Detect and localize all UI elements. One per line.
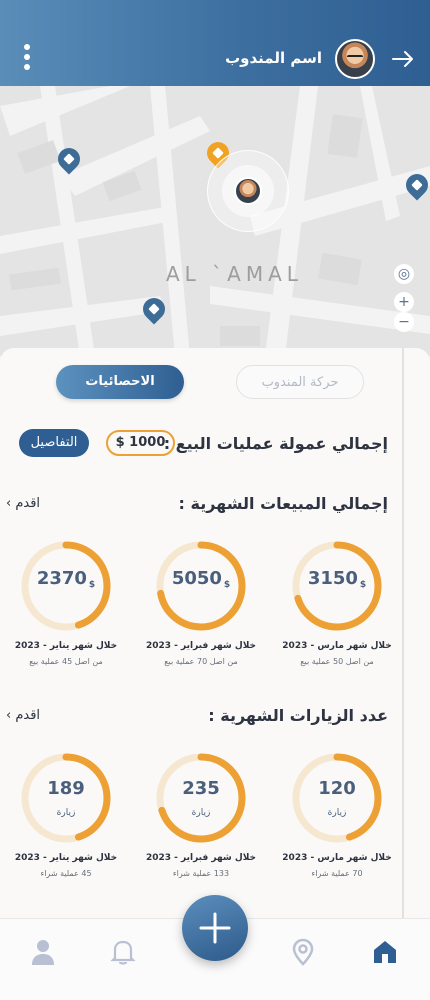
gauge-unit: زيارة	[327, 808, 347, 818]
zoom-out-button[interactable]: −	[394, 312, 414, 332]
gauge-subcaption: 45 عملية شراء	[40, 869, 92, 878]
bell-icon[interactable]	[108, 937, 138, 967]
location-icon[interactable]	[288, 937, 318, 967]
sales-gauge: 3150 $	[289, 538, 385, 634]
gauge-caption: خلال شهر مارس - 2023	[282, 853, 392, 863]
sales-gauge: 5050 $	[153, 538, 249, 634]
details-button[interactable]: التفاصيل	[19, 429, 89, 457]
agent-name: اسم المندوب	[225, 49, 322, 67]
gauge-caption: خلال شهر مارس - 2023	[282, 641, 392, 651]
gauge-subcaption: 70 عملية شراء	[311, 869, 363, 878]
home-icon[interactable]	[370, 937, 400, 967]
gauge-subcaption: من اصل 45 عملية بيع	[29, 657, 103, 666]
agent-avatar-marker	[234, 177, 262, 205]
current-location-marker	[207, 150, 289, 232]
gauge-caption: خلال شهر يناير - 2023	[14, 853, 118, 863]
gauge-value: 5050 $	[171, 568, 231, 590]
arrow-right-icon[interactable]	[390, 46, 416, 72]
chevron-left-icon: ‹	[6, 708, 12, 723]
gauge-caption: خلال شهر يناير - 2023	[14, 641, 118, 651]
add-icon	[199, 912, 231, 944]
gauge-caption: خلال شهر فبراير - 2023	[145, 853, 257, 863]
gauge-subcaption: من اصل 50 عملية بيع	[300, 657, 374, 666]
commission-title: إجمالي عمولة عمليات البيع :	[163, 434, 388, 453]
map-streets	[0, 86, 430, 356]
gauge-subcaption: من اصل 70 عملية بيع	[164, 657, 238, 666]
add-button[interactable]	[182, 895, 248, 961]
visits-gauge: زيارة 235	[153, 750, 249, 846]
sales-section-title: إجمالي المبيعات الشهرية :	[178, 494, 388, 513]
gauge-caption: خلال شهر فبراير - 2023	[145, 641, 257, 651]
gauge-value: 3150 $	[307, 568, 367, 590]
visits-older-label: اقدم	[15, 708, 41, 723]
tab-agent-movement[interactable]: حركة المندوب	[236, 365, 364, 399]
gauge-value: 2370 $	[36, 568, 96, 590]
gauge-unit: زيارة	[191, 808, 211, 818]
commission-amount: $ 1000	[106, 430, 175, 456]
stats-panel: حركة المندوب الاحصائيات إجمالي عمولة عمل…	[0, 348, 430, 922]
sales-older-label: اقدم	[15, 496, 41, 511]
map-view[interactable]: AL `AMAL ◎ + −	[0, 86, 430, 356]
locate-icon[interactable]: ◎	[394, 264, 414, 284]
visits-section-title: عدد الزيارات الشهرية :	[208, 706, 388, 725]
sales-gauge: 2370 $	[18, 538, 114, 634]
chevron-left-icon: ‹	[6, 496, 12, 511]
app-header: اسم المندوب	[0, 0, 430, 86]
zoom-in-button[interactable]: +	[394, 292, 414, 312]
visits-gauge: زيارة 189	[18, 750, 114, 846]
avatar[interactable]	[335, 39, 375, 79]
gauge-value: 235	[182, 778, 220, 799]
gauge-value: 189	[47, 778, 85, 799]
gauge-value: 120	[318, 778, 356, 799]
gauge-unit: زيارة	[56, 808, 76, 818]
profile-icon[interactable]	[28, 937, 58, 967]
visits-gauge: زيارة 120	[289, 750, 385, 846]
menu-dots-icon[interactable]	[20, 44, 34, 74]
gauge-subcaption: 133 عملية شراء	[172, 869, 230, 878]
visits-older-link[interactable]: ‹ اقدم	[6, 708, 40, 723]
sales-older-link[interactable]: ‹ اقدم	[6, 496, 40, 511]
map-area-label: AL `AMAL	[166, 262, 303, 286]
tab-statistics[interactable]: الاحصائيات	[56, 365, 184, 399]
